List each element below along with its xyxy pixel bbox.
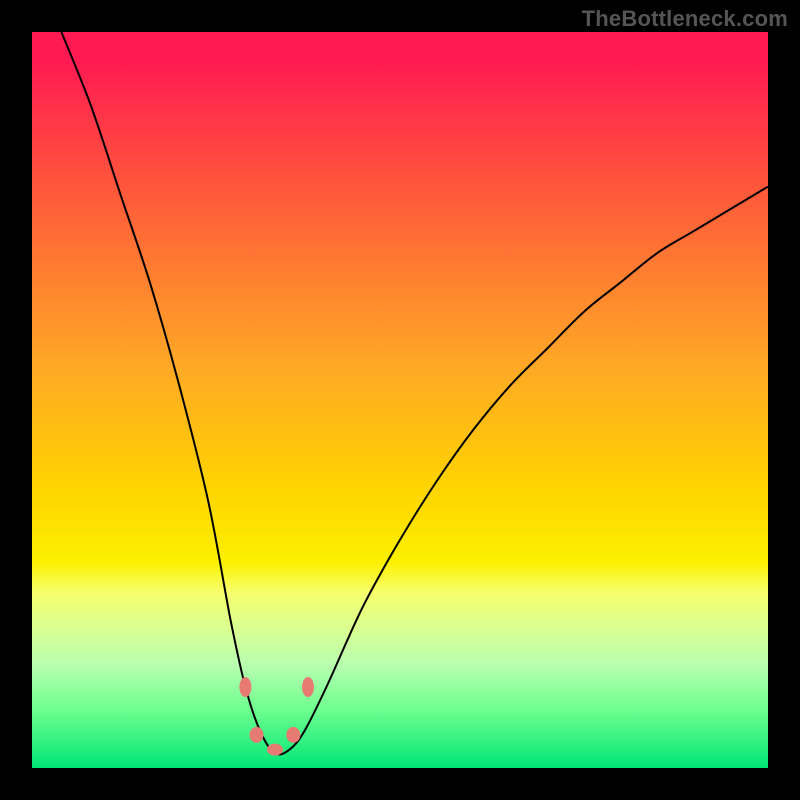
bottleneck-curve-path: [61, 32, 768, 755]
curve-marker: [302, 677, 314, 697]
curve-marker: [239, 677, 251, 697]
chart-area: [32, 32, 768, 768]
curve-marker: [286, 727, 300, 743]
curve-marker: [267, 744, 283, 756]
bottleneck-chart: [32, 32, 768, 768]
curve-marker: [250, 727, 264, 743]
marker-group: [239, 677, 314, 756]
watermark-text: TheBottleneck.com: [582, 6, 788, 32]
